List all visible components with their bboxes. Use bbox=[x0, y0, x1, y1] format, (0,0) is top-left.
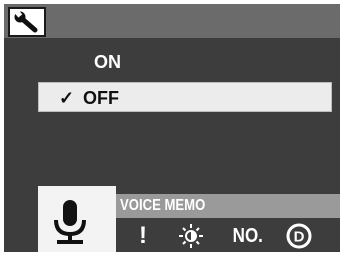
option-on[interactable]: ON bbox=[38, 47, 332, 77]
checkmark-icon: ✓ bbox=[59, 88, 75, 108]
header-bar bbox=[4, 4, 340, 38]
settings-panel: ON ✓ OFF VOICE MEMO ! NO. D bbox=[4, 4, 340, 252]
brightness-icon[interactable] bbox=[174, 222, 208, 250]
menu-label-strip: VOICE MEMO bbox=[116, 194, 340, 218]
exclamation-icon[interactable]: ! bbox=[126, 222, 160, 250]
option-on-label: ON bbox=[94, 52, 121, 72]
setup-tab[interactable] bbox=[8, 7, 46, 37]
menu-bar: VOICE MEMO ! NO. D bbox=[4, 186, 340, 252]
menu-label: VOICE MEMO bbox=[120, 197, 206, 214]
selected-menu-tab[interactable] bbox=[38, 186, 116, 252]
microphone-icon bbox=[54, 200, 86, 244]
option-off-label: OFF bbox=[83, 88, 119, 108]
d-circle-icon[interactable]: D bbox=[282, 222, 316, 250]
wrench-icon bbox=[14, 11, 38, 33]
option-off[interactable]: ✓ OFF bbox=[38, 82, 332, 112]
camera-settings-screen: ON ✓ OFF VOICE MEMO ! NO. D bbox=[0, 0, 352, 255]
svg-text:D: D bbox=[294, 229, 305, 246]
number-icon[interactable]: NO. bbox=[226, 222, 270, 250]
